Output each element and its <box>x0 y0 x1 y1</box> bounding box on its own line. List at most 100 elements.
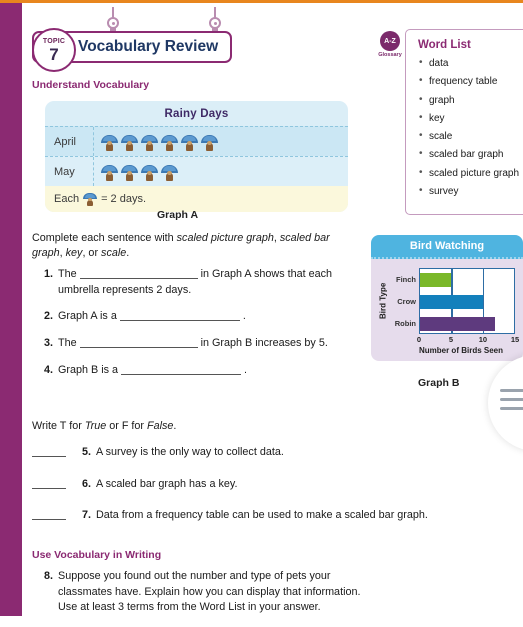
glossary-badge-text: A-Z <box>380 31 400 51</box>
answer-blank[interactable] <box>32 477 66 489</box>
topic-title-sign: TOPIC 7 Vocabulary Review <box>32 28 233 72</box>
topic-badge: TOPIC 7 <box>32 28 76 72</box>
graph-b-title: Bird Watching <box>371 235 523 259</box>
word-list-item: frequency table <box>418 75 520 89</box>
graph-a-caption: Graph A <box>157 209 199 221</box>
word-list-item: graph <box>418 94 520 108</box>
question-number: 4. <box>43 363 53 376</box>
graph-b-y-axis-title: Bird Type <box>378 282 388 320</box>
word-list-item: scaled picture graph <box>418 167 520 181</box>
umbrella-icon <box>201 132 218 152</box>
answer-blank[interactable] <box>119 320 240 322</box>
question-number: 2. <box>43 310 53 323</box>
graph-b-plot: Bird Type Finch Crow Robin <box>377 268 515 334</box>
graph-b-bar-crow <box>420 295 483 309</box>
hamburger-menu-icon <box>500 389 523 416</box>
glossary-icon[interactable]: A-Z Glossary <box>377 31 403 58</box>
umbrella-icon <box>83 191 98 207</box>
question-text-before: The <box>58 268 77 280</box>
graph-a-key-prefix: Each <box>54 193 80 205</box>
question-number: 5. <box>81 446 91 458</box>
graph-a-title: Rainy Days <box>164 108 229 120</box>
answer-blank[interactable] <box>79 346 198 348</box>
word-list-title: Word List <box>418 39 471 51</box>
answer-blank[interactable] <box>32 508 66 521</box>
umbrella-icon <box>161 162 178 182</box>
graph-b-body: Bird Type Finch Crow Robin 0 5 10 15 Num… <box>371 259 523 361</box>
question-item: 8. Suppose you found out the number and … <box>36 569 366 616</box>
graph-b-caption: Graph B <box>418 377 460 389</box>
graph-b-y-tick: Robin <box>394 318 416 328</box>
menu-button[interactable] <box>488 355 523 451</box>
question-text: Suppose you found out the number and typ… <box>58 570 361 614</box>
question-text: Data from a frequency table can be used … <box>96 509 428 522</box>
true-false-item: 7. Data from a frequency table can be us… <box>32 508 432 524</box>
left-sidebar <box>0 3 22 616</box>
true-false-list: 5. A survey is the only way to collect d… <box>32 445 432 535</box>
page-title: Vocabulary Review <box>78 38 219 55</box>
umbrella-icon <box>161 132 178 152</box>
graph-a-icon-group <box>93 127 348 156</box>
question-text-before: The <box>58 336 77 349</box>
graph-a-row-label: April <box>54 135 77 148</box>
word-list-item: survey <box>418 185 520 199</box>
section-heading-understand: Understand Vocabulary <box>32 79 150 91</box>
word-list-panel: Word List data frequency table graph key… <box>405 29 523 216</box>
umbrella-icon <box>121 132 138 152</box>
graph-a-row-april: April <box>45 126 348 156</box>
answer-blank[interactable] <box>121 373 242 375</box>
question-item: 3. The in Graph B increases by 5. <box>36 336 350 352</box>
graph-b-y-tick: Finch <box>396 274 416 284</box>
question-text-after: . <box>242 310 246 323</box>
graph-b-card: Bird Watching Bird Type Finch Crow Robin <box>371 235 523 361</box>
question-text: Graph B is a . <box>58 363 247 379</box>
word-list-item: scaled bar graph <box>418 149 520 162</box>
answer-blank[interactable] <box>32 445 66 457</box>
graph-a-key-suffix: = 2 days. <box>101 193 147 205</box>
worksheet-page: TOPIC 7 Vocabulary Review Understand Voc… <box>22 3 523 616</box>
graph-b-x-tick: 10 <box>478 335 488 344</box>
answer-blank[interactable] <box>79 278 198 279</box>
topic-label: TOPIC <box>42 37 66 45</box>
umbrella-icon <box>101 162 118 182</box>
question-number: 7. <box>81 509 91 522</box>
fill-in-question-list: 1. The in Graph A shows that each umbrel… <box>36 267 350 389</box>
question-text: The in Graph B increases by 5. <box>58 336 328 352</box>
graph-b-y-tick-labels: Finch Crow Robin <box>389 268 419 334</box>
question-number: 1. <box>43 268 53 280</box>
question-text: The in Graph A shows that each umbrella … <box>58 267 350 298</box>
umbrella-icon <box>141 162 158 182</box>
graph-b-x-tick-labels: 0 5 10 15 <box>416 334 519 345</box>
section-heading-writing: Use Vocabulary in Writing <box>32 549 162 561</box>
graph-b-x-axis-title: Number of Birds Seen <box>418 346 503 355</box>
true-false-item: 6. A scaled bar graph has a key. <box>32 477 432 493</box>
graph-b-plot-area <box>419 268 515 334</box>
graph-a-card: Rainy Days April May Each = 2 days. <box>45 101 348 212</box>
question-number: 8. <box>43 570 53 582</box>
question-item: 1. The in Graph A shows that each umbrel… <box>36 267 350 298</box>
question-item: 2. Graph A is a . <box>36 309 350 325</box>
graph-b-x-tick: 5 <box>448 335 454 344</box>
umbrella-icon <box>141 132 158 152</box>
question-text-before: Graph A is a <box>58 310 117 323</box>
umbrella-icon <box>181 132 198 152</box>
graph-b-y-tick: Crow <box>397 296 416 306</box>
question-text-after: in Graph B increases by 5. <box>200 336 328 349</box>
true-false-instructions: Write T for True or F for False. <box>32 420 177 432</box>
question-number: 6. <box>81 477 91 490</box>
question-text: Graph A is a . <box>58 309 246 325</box>
question-text-after: . <box>244 363 248 376</box>
graph-a-row-label: May <box>54 165 75 178</box>
glossary-label: Glossary <box>378 52 402 58</box>
question-text: A survey is the only way to collect data… <box>96 446 284 458</box>
umbrella-icon <box>121 162 138 182</box>
word-list-item: scale <box>418 130 520 144</box>
question-number: 3. <box>43 336 53 349</box>
true-false-item: 5. A survey is the only way to collect d… <box>32 445 432 461</box>
graph-b-bar-finch <box>420 273 452 287</box>
question-item: 4. Graph B is a . <box>36 363 350 379</box>
graph-b-x-tick: 15 <box>510 335 520 344</box>
graph-b-x-tick: 0 <box>416 335 422 344</box>
question-text-before: Graph B is a <box>58 363 119 376</box>
topic-number: 7 <box>49 44 59 64</box>
